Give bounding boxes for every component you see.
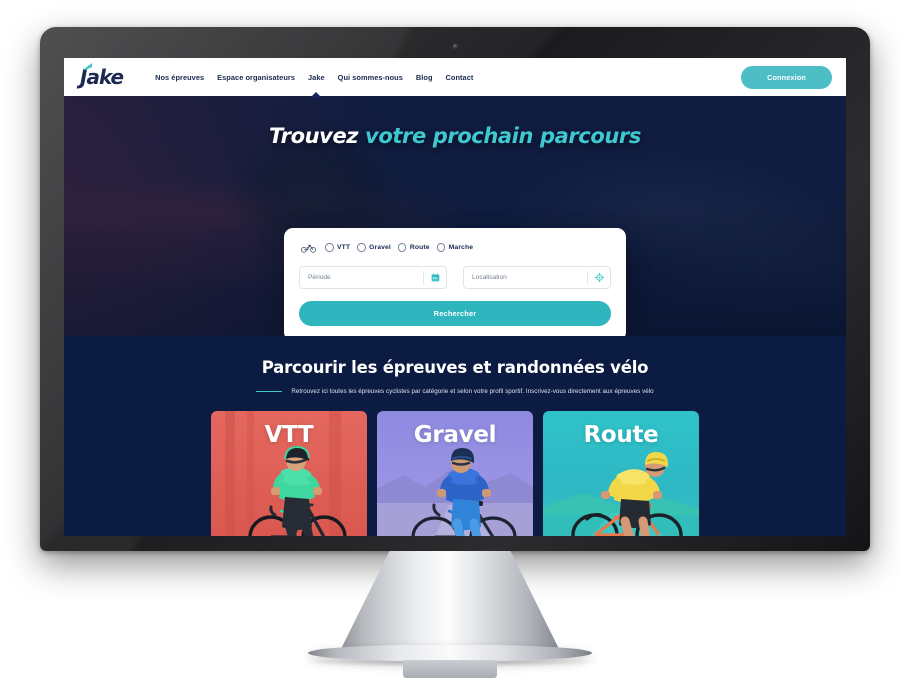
category-card-route[interactable]: Route — [543, 411, 699, 536]
radio-option-gravel[interactable]: Gravel — [357, 243, 391, 252]
location-input[interactable] — [464, 274, 587, 281]
monitor-stand-base — [308, 645, 592, 661]
location-target-icon[interactable] — [588, 273, 610, 282]
card-label-gravel: Gravel — [413, 422, 497, 448]
category-selector-row: VTT Gravel Route Marche — [299, 242, 611, 253]
webcam-icon — [452, 44, 458, 49]
radio-label-gravel: Gravel — [369, 244, 391, 251]
nav-item-blog[interactable]: Blog — [416, 73, 433, 82]
monitor-stand-foot — [403, 660, 497, 678]
monitor-stand-neck — [338, 551, 562, 655]
hero-title-teal: votre prochain parcours — [365, 124, 641, 148]
card-label-vtt: VTT — [264, 422, 314, 448]
category-card-gravel[interactable]: Gravel — [377, 411, 533, 536]
radio-option-route[interactable]: Route — [397, 243, 430, 252]
nav-item-jake[interactable]: Jake — [308, 73, 325, 98]
nav-item-nos-epreuves[interactable]: Nos épreuves — [155, 73, 204, 82]
location-field[interactable] — [463, 266, 611, 289]
search-card: VTT Gravel Route Marche Période Localisa… — [284, 228, 626, 336]
site-header: Jake Nos épreuves Espace organisateurs J… — [64, 58, 846, 98]
hero-section: Trouvez votre prochain parcours VTT Grav… — [64, 96, 846, 336]
radio-circle-marche[interactable] — [436, 243, 446, 252]
screen-viewport: Jake Nos épreuves Espace organisateurs J… — [64, 58, 846, 536]
radio-circle-vtt[interactable] — [325, 243, 334, 252]
hero-title-white: Trouvez — [269, 124, 359, 148]
radio-circle-route[interactable] — [397, 243, 407, 252]
nav-item-espace-organisateurs[interactable]: Espace organisateurs — [217, 73, 295, 82]
monitor-mockup: Jake Nos épreuves Espace organisateurs J… — [0, 0, 900, 695]
radio-circle-gravel[interactable] — [357, 243, 366, 252]
radio-label-marche: Marche — [448, 244, 474, 251]
bicycle-icon — [301, 242, 316, 253]
subtitle-dash — [256, 390, 283, 393]
period-field[interactable] — [299, 266, 447, 289]
calendar-icon[interactable] — [424, 273, 446, 282]
rechercher-button[interactable]: Rechercher — [299, 301, 611, 326]
radio-label-vtt: VTT — [337, 244, 351, 251]
site-logo[interactable]: Jake — [80, 63, 129, 87]
category-cards-row: VTT Gravel Route — [64, 411, 846, 536]
section-subtitle: Retrouvez ici toutes les épreuves cyclis… — [291, 388, 654, 395]
main-nav: Nos épreuves Espace organisateurs Jake Q… — [155, 73, 474, 98]
period-input[interactable] — [300, 274, 423, 281]
card-label-route: Route — [583, 422, 659, 448]
nav-item-qui-sommes-nous[interactable]: Qui sommes-nous — [338, 73, 403, 82]
hero-title: Trouvez votre prochain parcours — [64, 124, 846, 148]
section-title: Parcourir les épreuves et randonnées vél… — [261, 358, 649, 377]
nav-item-contact[interactable]: Contact — [446, 73, 474, 82]
search-fields-row — [299, 266, 611, 289]
radio-label-route: Route — [409, 244, 430, 251]
categories-section: Parcourir les épreuves et randonnées vél… — [64, 336, 846, 536]
radio-option-marche[interactable]: Marche — [436, 243, 474, 252]
section-subtitle-row: Retrouvez ici toutes les épreuves cyclis… — [64, 388, 846, 395]
category-card-vtt[interactable]: VTT — [211, 411, 367, 536]
connexion-button[interactable]: Connexion — [741, 65, 832, 89]
radio-option-vtt[interactable]: VTT — [325, 243, 350, 252]
